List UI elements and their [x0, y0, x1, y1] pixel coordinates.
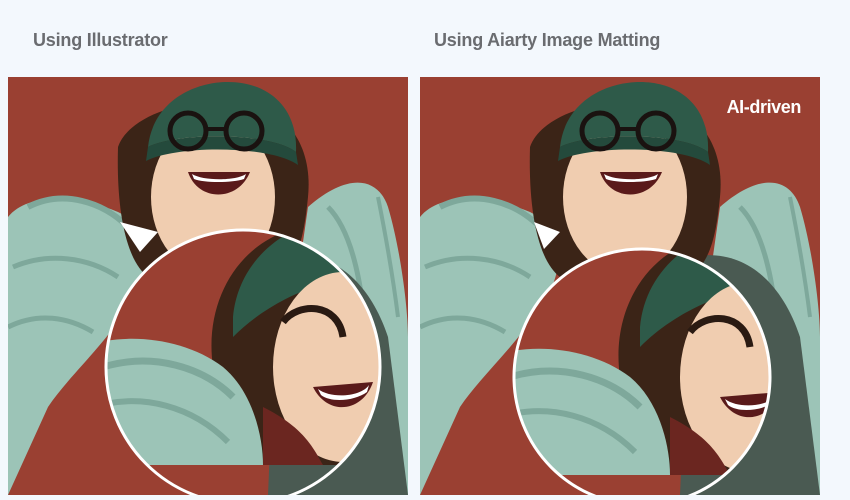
woman-portrait-icon — [8, 77, 408, 495]
right-label: Using Aiarty Image Matting — [434, 30, 661, 50]
right-comparison-panel: AI-driven — [420, 77, 820, 495]
left-label: Using Illustrator — [33, 30, 168, 50]
ai-driven-badge: AI-driven — [726, 97, 802, 117]
woman-portrait-icon — [420, 77, 820, 495]
left-comparison-panel — [8, 77, 408, 495]
